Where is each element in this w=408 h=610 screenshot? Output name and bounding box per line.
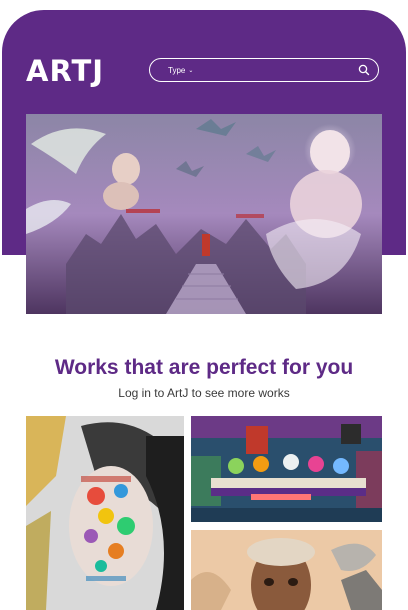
logo[interactable]: ARTJ: [26, 54, 104, 88]
type-dropdown[interactable]: Type ⌄: [168, 66, 193, 75]
artwork-portrait[interactable]: [191, 530, 382, 610]
chevron-down-icon: ⌄: [188, 67, 194, 74]
artwork-banquet-scene[interactable]: [191, 416, 382, 522]
search-bar[interactable]: Type ⌄: [149, 58, 379, 82]
artwork-face-collage[interactable]: [26, 416, 184, 610]
hero-artwork-image[interactable]: [26, 114, 382, 314]
search-icon[interactable]: [357, 63, 371, 77]
section-title: Works that are perfect for you: [54, 356, 354, 379]
login-prompt[interactable]: Log in to ArtJ to see more works: [0, 385, 408, 401]
type-dropdown-label: Type: [168, 65, 186, 75]
